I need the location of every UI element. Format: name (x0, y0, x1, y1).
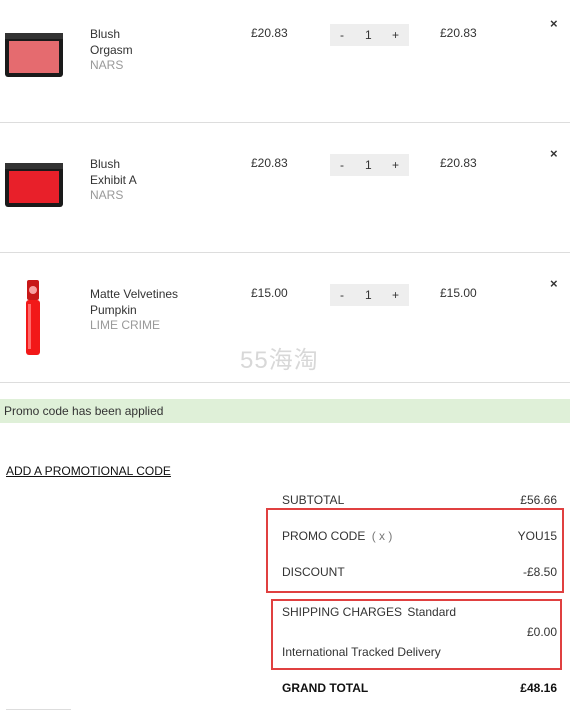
grand-total-value: £48.16 (520, 681, 557, 695)
product-name[interactable]: Blush Exhibit A (90, 156, 137, 188)
qty-minus-button[interactable]: - (340, 28, 344, 42)
divider (0, 122, 570, 123)
remove-item-icon[interactable]: × (550, 146, 558, 161)
cart-item: Blush Orgasm NARS £20.83 - 1 + £20.83 × (0, 0, 570, 130)
shipping-row: SHIPPING CHARGES Standard (282, 605, 456, 619)
line-total: £20.83 (440, 26, 477, 40)
subtotal-label: SUBTOTAL (282, 493, 345, 507)
divider (0, 252, 570, 253)
qty-value[interactable]: 1 (365, 288, 372, 302)
remove-item-icon[interactable]: × (550, 16, 558, 31)
divider (6, 709, 71, 710)
promo-code-label: PROMO CODE (282, 529, 366, 543)
qty-plus-button[interactable]: + (392, 288, 399, 302)
promo-code-row: PROMO CODE ( x ) (282, 529, 392, 543)
product-name[interactable]: Blush Orgasm (90, 26, 133, 58)
qty-plus-button[interactable]: + (392, 158, 399, 172)
unit-price: £20.83 (251, 156, 288, 170)
product-name[interactable]: Matte Velvetines Pumpkin (90, 286, 178, 318)
cart-item: Blush Exhibit A NARS £20.83 - 1 + £20.83… (0, 130, 570, 260)
product-image[interactable] (4, 30, 64, 90)
qty-plus-button[interactable]: + (392, 28, 399, 42)
discount-label: DISCOUNT (282, 565, 345, 579)
line-total: £15.00 (440, 286, 477, 300)
divider (0, 382, 570, 383)
shipping-value: £0.00 (526, 625, 557, 639)
qty-value[interactable]: 1 (365, 28, 372, 42)
quantity-stepper: - 1 + (330, 24, 409, 46)
shipping-type: Standard (407, 605, 457, 619)
shipping-method[interactable]: International Tracked Delivery (282, 645, 441, 659)
promo-code-value: YOU15 (517, 529, 557, 543)
product-image[interactable] (18, 278, 48, 358)
notice-text: Promo code has been applied (4, 404, 164, 418)
remove-item-icon[interactable]: × (550, 276, 558, 291)
product-brand: NARS (90, 188, 124, 202)
grand-total-label: GRAND TOTAL (282, 681, 369, 695)
product-brand: NARS (90, 58, 124, 72)
quantity-stepper: - 1 + (330, 284, 409, 306)
promo-applied-notice: Promo code has been applied (0, 399, 570, 423)
qty-minus-button[interactable]: - (340, 288, 344, 302)
swatch (9, 41, 59, 73)
product-brand: LIME CRIME (90, 318, 161, 332)
line-total: £20.83 (440, 156, 477, 170)
promo-highlight-box (266, 508, 564, 593)
product-image[interactable] (4, 160, 64, 220)
watermark: 55海淘 (240, 347, 319, 374)
swatch (9, 171, 59, 203)
qty-minus-button[interactable]: - (340, 158, 344, 172)
quantity-stepper: - 1 + (330, 154, 409, 176)
unit-price: £20.83 (251, 26, 288, 40)
remove-promo-button[interactable]: ( x ) (372, 529, 393, 543)
discount-value: -£8.50 (522, 565, 557, 579)
subtotal-value: £56.66 (520, 493, 557, 507)
shipping-label: SHIPPING CHARGES (282, 605, 403, 619)
add-promo-code-link[interactable]: ADD A PROMOTIONAL CODE (6, 464, 171, 478)
unit-price: £15.00 (251, 286, 288, 300)
qty-value[interactable]: 1 (365, 158, 372, 172)
